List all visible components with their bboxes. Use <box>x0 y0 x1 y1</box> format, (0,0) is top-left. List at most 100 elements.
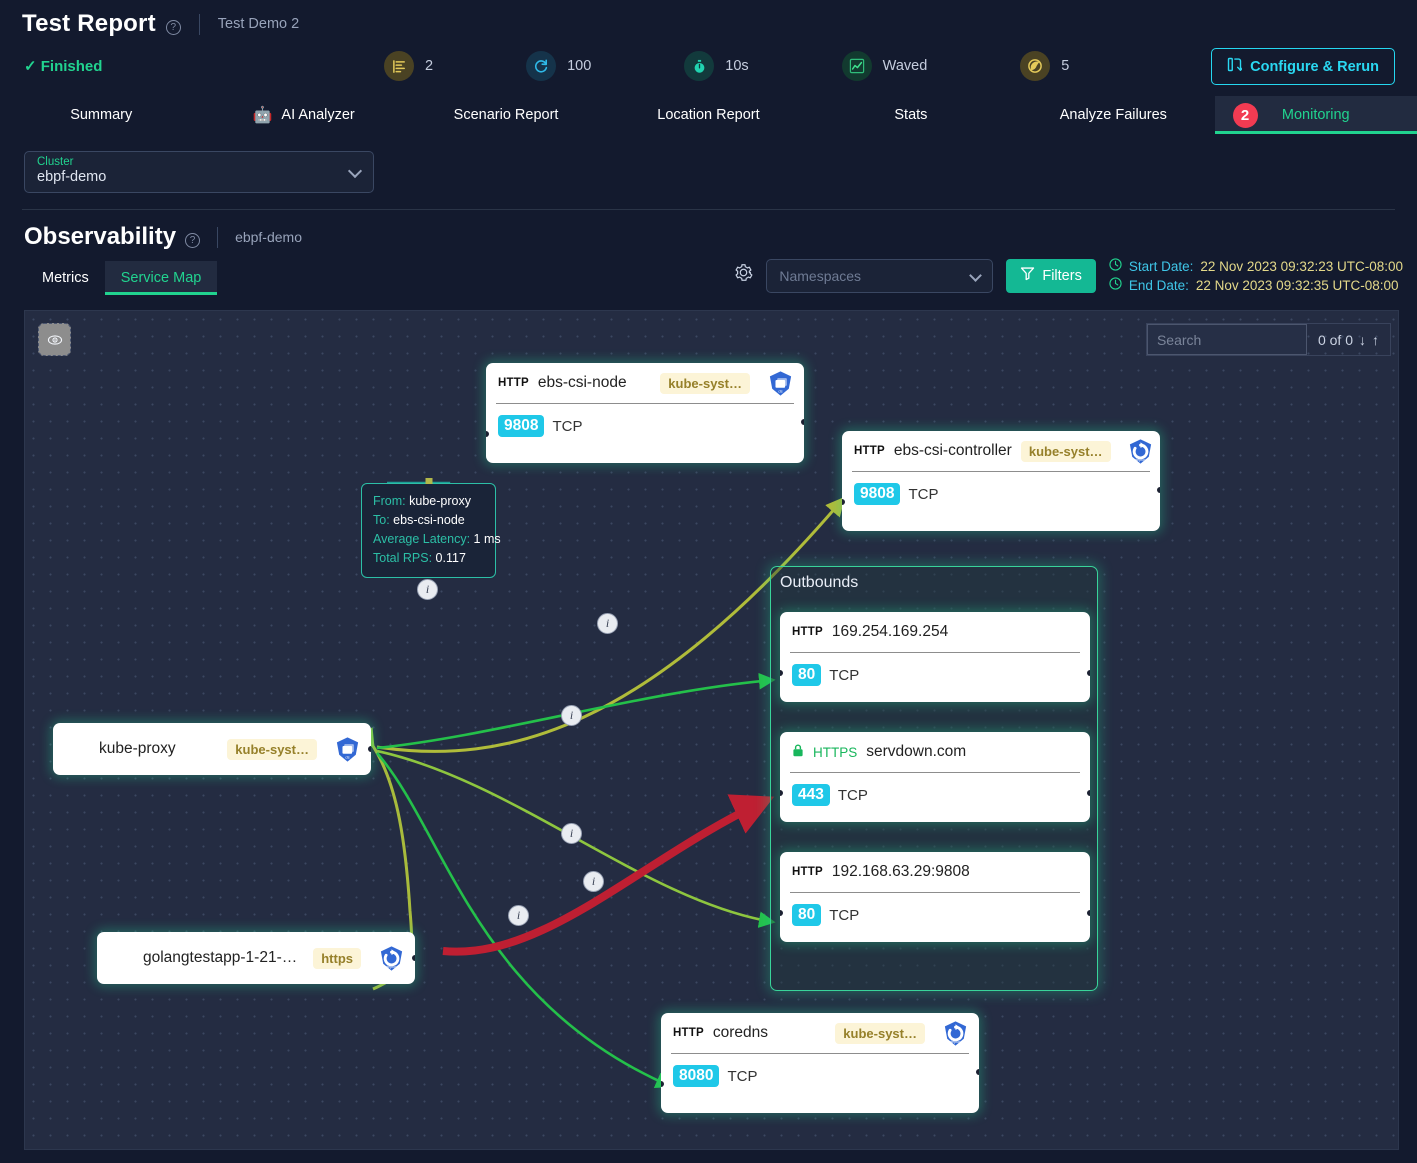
test-report-page: Test Report ? Test Demo 2 ✓ Finished 2 1… <box>0 0 1417 1163</box>
service-map-canvas[interactable]: 0 of 0 ↓ ↑ <box>24 310 1399 1150</box>
node-namespace: kube-syst… <box>1020 440 1111 462</box>
node-name: 169.254.169.254 <box>831 623 949 640</box>
namespaces-select[interactable]: Namespaces <box>766 258 994 293</box>
service-node-coredns[interactable]: HTTP coredns kube-syst… deploy 8080 TCP <box>661 1013 979 1113</box>
outbound-node-servdown-com[interactable]: HTTPS servdown.com 443 TCP <box>780 732 1090 822</box>
k8s-deployment-icon: deploy <box>941 1019 969 1047</box>
divider <box>198 13 200 35</box>
chevron-down-icon[interactable] <box>969 268 983 282</box>
port-anchor <box>1087 790 1090 796</box>
configure-rerun-label: Configure & Rerun <box>1250 58 1379 75</box>
node-port: 443 <box>792 784 830 806</box>
cluster-select[interactable]: Cluster ebpf-demo <box>24 151 374 193</box>
tooltip-from-value: kube-proxy <box>409 494 471 508</box>
observability-title: Observability <box>24 223 177 250</box>
tooltip-rps-row: Total RPS: 0.117 <box>373 549 484 568</box>
tab-service-map[interactable]: Service Map <box>104 261 218 295</box>
tab-location-report[interactable]: Location Report <box>607 96 809 134</box>
tab-label: Monitoring <box>1281 107 1350 123</box>
node-namespace: kube-syst… <box>660 372 750 394</box>
port-anchor <box>1157 487 1160 493</box>
node-header: kube-proxy kube-syst… ds <box>53 723 371 775</box>
namespaces-placeholder: Namespaces <box>779 267 862 284</box>
outbound-node-169-254-169-254[interactable]: HTTP 169.254.169.254 80 TCP <box>780 612 1090 702</box>
node-transport: TCP <box>829 906 860 924</box>
edge-info-icon[interactable]: i <box>417 579 438 600</box>
help-icon[interactable]: ? <box>165 19 181 35</box>
funnel-icon <box>1020 266 1035 285</box>
observability-cluster-name: ebpf-demo <box>235 229 302 245</box>
stats-group: 2 100 10s Waved 5 <box>384 51 1069 81</box>
tab-metrics[interactable]: Metrics <box>26 261 105 295</box>
edge-info-icon[interactable]: i <box>597 613 618 634</box>
service-node-ebs-csi-controller[interactable]: HTTP ebs-csi-controller kube-syst… deplo… <box>842 431 1160 531</box>
node-name: kube-proxy <box>99 740 176 757</box>
stat-value: 10s <box>725 58 749 74</box>
gear-icon[interactable] <box>734 263 753 288</box>
tab-monitoring[interactable]: 2 Monitoring <box>1214 96 1417 134</box>
edge-info-icon[interactable]: i <box>561 823 582 844</box>
service-map-toolbar: Namespaces Filters Start Date: 22 Nov 20… <box>734 258 1403 293</box>
start-date-value: 22 Nov 2023 09:32:23 UTC-08:00 <box>1200 258 1403 274</box>
iterations-icon <box>526 51 557 81</box>
node-name: servdown.com <box>866 743 967 760</box>
tooltip-latency-value: 1 ms <box>473 532 501 546</box>
node-port: 80 <box>792 904 822 926</box>
duration-icon <box>684 51 715 81</box>
stat-value: Waved <box>882 58 928 74</box>
tab-summary[interactable]: Summary <box>0 96 202 134</box>
stat-value: 2 <box>425 58 434 74</box>
sub-tab-label: Metrics <box>42 270 89 286</box>
tooltip-to-row: To: ebs-csi-node <box>373 511 484 530</box>
tab-scenario-report[interactable]: Scenario Report <box>405 96 607 134</box>
node-ports: 9808 TCP <box>486 404 804 437</box>
node-ports: 443 TCP <box>780 773 1090 806</box>
node-protocol: HTTP <box>498 377 529 389</box>
edge-info-icon[interactable]: i <box>561 705 582 726</box>
configure-rerun-button[interactable]: Configure & Rerun <box>1211 48 1395 85</box>
end-date-row: End Date: 22 Nov 2023 09:32:35 UTC-08:00 <box>1109 277 1403 293</box>
tooltip-to-label: To: <box>373 513 390 527</box>
node-header: HTTPS servdown.com <box>780 732 1090 772</box>
tab-stats[interactable]: Stats <box>810 96 1012 134</box>
page-header: Test Report ? Test Demo 2 <box>0 0 1417 38</box>
node-name: ebs-csi-node <box>537 374 627 391</box>
main-tab-bar: Summary 🤖 AI Analyzer Scenario Report Lo… <box>0 96 1417 134</box>
service-node-ebs-csi-node[interactable]: HTTP ebs-csi-node kube-syst… ds 9808 TCP <box>486 363 804 463</box>
tab-ai-analyzer[interactable]: 🤖 AI Analyzer <box>202 96 404 134</box>
tooltip-anchor <box>425 478 432 484</box>
status-badge: ✓ Finished <box>24 58 103 75</box>
tooltip-rps-value: 0.117 <box>435 551 466 565</box>
edge-info-icon[interactable]: i <box>508 905 529 926</box>
outbounds-title: Outbounds <box>780 574 859 591</box>
tab-analyze-failures[interactable]: Analyze Failures <box>1012 96 1214 134</box>
k8s-daemonset-icon: ds <box>333 735 361 763</box>
edge-info-icon[interactable]: i <box>583 871 604 892</box>
node-name: 192.168.63.29:9808 <box>831 863 970 880</box>
outbound-node-192-168-63-29[interactable]: HTTP 192.168.63.29:9808 80 TCP <box>780 852 1090 942</box>
tooltip-from-label: From: <box>373 494 406 508</box>
node-protocol: HTTP <box>792 626 823 638</box>
stat-regions: 5 <box>1020 51 1069 81</box>
node-protocol: HTTP <box>673 1027 704 1039</box>
k8s-deployment-icon: deploy <box>377 944 405 972</box>
report-rerun-icon <box>1227 57 1244 76</box>
outbounds-group[interactable]: Outbounds HTTP 169.254.169.254 80 TCP HT… <box>770 566 1098 991</box>
regions-icon <box>1020 51 1051 81</box>
port-anchor <box>976 1069 979 1075</box>
end-date-label: End Date: <box>1128 277 1189 293</box>
stat-value: 100 <box>567 58 592 74</box>
node-port: 8080 <box>673 1065 720 1087</box>
tooltip-rps-label: Total RPS: <box>373 551 433 565</box>
svg-text:ds: ds <box>345 754 349 759</box>
filters-button[interactable]: Filters <box>1006 258 1096 293</box>
cluster-label: Cluster <box>37 156 74 168</box>
tooltip-latency-row: Average Latency: 1 ms <box>373 530 501 549</box>
service-node-kube-proxy[interactable]: kube-proxy kube-syst… ds <box>53 723 371 775</box>
service-node-golangtestapp[interactable]: golangtestapp-1-21-… https deploy <box>97 932 415 984</box>
port-anchor <box>1087 670 1090 676</box>
help-icon[interactable]: ? <box>185 232 201 248</box>
divider <box>217 226 219 248</box>
end-date-value: 22 Nov 2023 09:32:35 UTC-08:00 <box>1195 277 1399 293</box>
lock-icon <box>792 744 804 760</box>
